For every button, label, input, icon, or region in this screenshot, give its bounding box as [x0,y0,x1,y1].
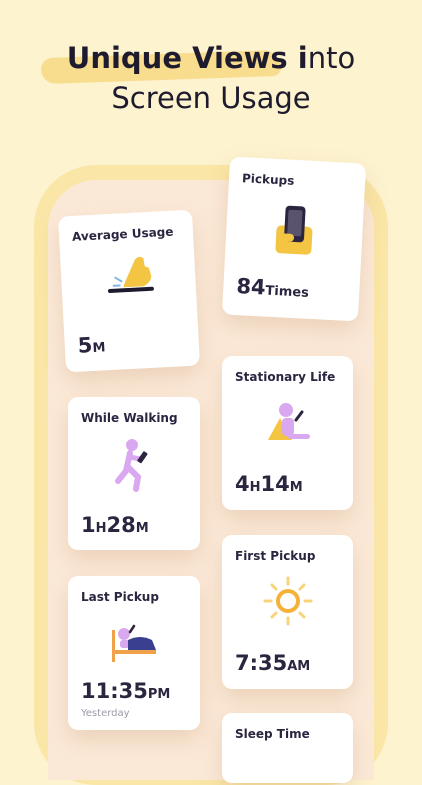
card-title: Sleep Time [235,727,310,741]
while-walking-value: 1H28M [81,513,149,537]
stationary-life-card[interactable]: Stationary Life 4H14M [222,356,353,510]
person-in-bed-icon [112,624,156,662]
card-title: First Pickup [235,549,316,563]
average-usage-value: 5M [77,333,106,358]
sleep-time-card[interactable]: Sleep Time [222,713,353,783]
headline: Unique Views into Screen Usage [0,38,422,118]
pickups-card[interactable]: Pickups 84Times [221,156,367,322]
card-title: Stationary Life [235,370,336,384]
first-pickup-card[interactable]: First Pickup 7:35AM [222,535,353,689]
card-title: Last Pickup [81,590,159,604]
card-title: Pickups [241,171,295,188]
first-pickup-value: 7:35AM [235,651,311,675]
finger-tap-icon [107,256,154,293]
stationary-life-value: 4H14M [235,472,303,496]
card-title: While Walking [81,411,178,425]
average-usage-card[interactable]: Average Usage 5M [58,209,200,373]
walking-person-icon [115,439,148,492]
headline-line-1: Unique Views into [40,38,356,85]
headline-bold: Unique Views i [66,41,308,75]
hand-holding-phone-icon [275,205,313,255]
last-pickup-card[interactable]: Last Pickup 11:35PM Yesterday [68,576,200,730]
headline-line-2: Screen Usage [111,81,311,115]
pickups-value: 84Times [235,274,310,301]
sitting-person-icon [268,403,310,440]
while-walking-card[interactable]: While Walking 1H28M [68,397,200,550]
headline-regular: nto [307,41,356,75]
last-pickup-value: 11:35PM [81,679,171,703]
card-title: Average Usage [71,224,174,244]
last-pickup-subtitle: Yesterday [81,708,130,719]
sun-icon [263,576,313,626]
